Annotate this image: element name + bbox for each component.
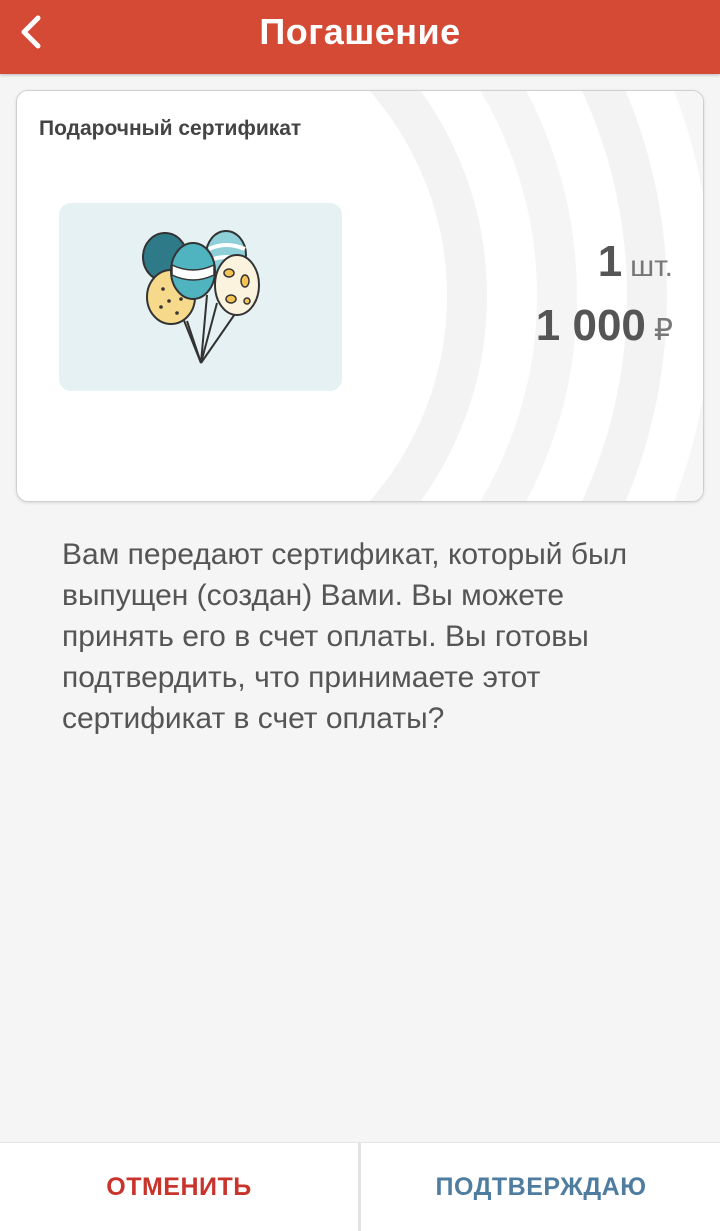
page-title: Погашение: [259, 11, 461, 52]
confirmation-message: Вам передают сертификат, который был вып…: [62, 538, 628, 735]
button-divider: [358, 1143, 361, 1231]
balloons-icon: [142, 230, 260, 364]
currency-symbol: ₽: [653, 314, 673, 347]
app-screen: Погашение Подарочный сертификат 1 шт. 1 …: [0, 0, 720, 1231]
certificate-card[interactable]: Подарочный сертификат 1 шт. 1 000 ₽: [16, 90, 704, 502]
amount: 1 000 ₽: [536, 301, 673, 351]
quantity-value: 1: [597, 237, 623, 286]
quantity-unit: шт.: [630, 250, 673, 283]
top-app-bar: Погашение: [0, 0, 720, 74]
amount-value: 1 000: [535, 301, 646, 350]
quantity: 1 шт.: [598, 237, 673, 287]
certificate-image: [59, 203, 342, 391]
confirm-button[interactable]: ПОДТВЕРЖДАЮ: [362, 1143, 720, 1231]
cancel-button[interactable]: ОТМЕНИТЬ: [0, 1143, 358, 1231]
action-bar: ОТМЕНИТЬ ПОДТВЕРЖДАЮ: [0, 1142, 720, 1231]
card-title: Подарочный сертификат: [39, 117, 302, 140]
